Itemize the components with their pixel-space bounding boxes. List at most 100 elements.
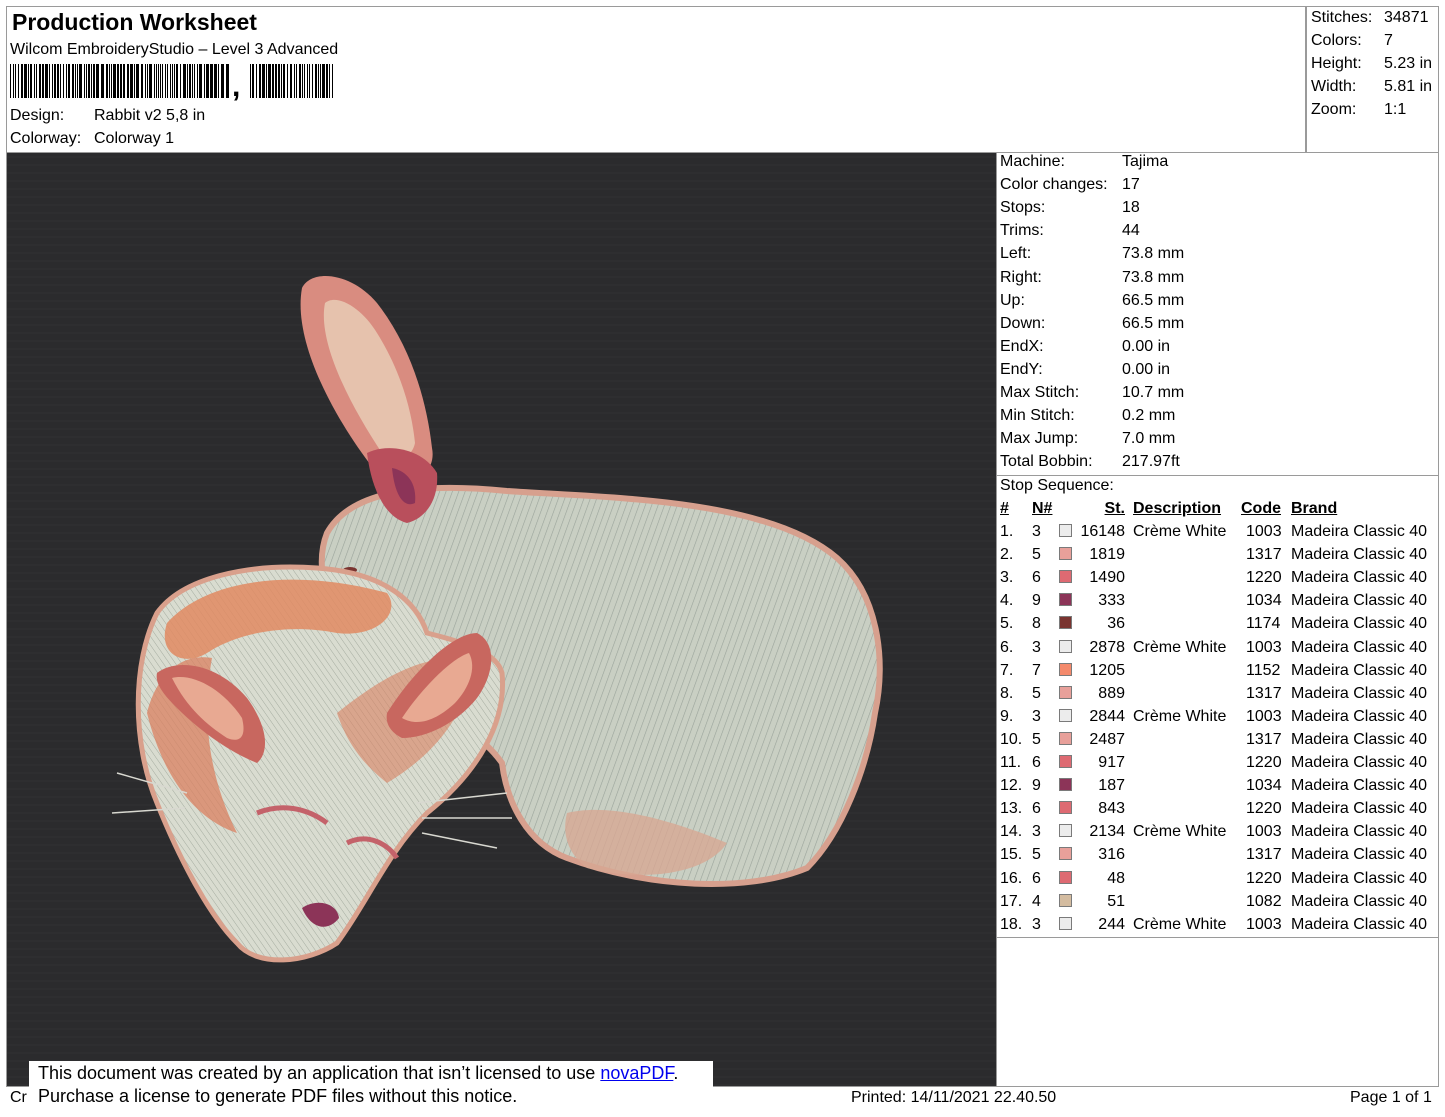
color-swatch [1059, 801, 1072, 815]
color-swatch [1059, 616, 1072, 630]
row-stitches: 2844 [1089, 707, 1125, 725]
barcode-bar [15, 64, 16, 98]
barcode-bar [18, 64, 19, 98]
footer-left-fragment: Cr [10, 1089, 27, 1106]
barcode-bar [75, 64, 76, 98]
row-code: 1317 [1246, 546, 1282, 564]
row-index: 13. [1000, 800, 1023, 818]
row-index: 1. [1000, 523, 1014, 540]
color-swatch [1059, 593, 1072, 607]
row-code: 1220 [1246, 569, 1282, 587]
barcode-bar [117, 64, 119, 98]
barcode-bar [77, 64, 78, 98]
barcode-bar [170, 64, 171, 98]
row-index: 2. [1000, 546, 1014, 564]
color-swatch [1059, 916, 1072, 930]
barcode-bar [197, 64, 198, 98]
row-index: 17. [1000, 892, 1023, 910]
row-brand: Madeira Classic 40 [1291, 846, 1428, 864]
barcode-bar [136, 64, 139, 98]
barcode-bar [296, 64, 297, 98]
barcode-bar [320, 64, 321, 98]
barcode-bar [42, 64, 44, 98]
barcode-bar [149, 64, 152, 98]
barcode-bar [86, 64, 87, 98]
row-brand: Madeira Classic 40 [1291, 915, 1428, 933]
row-brand: Madeira Classic 40 [1291, 800, 1428, 818]
row-code: 1082 [1246, 892, 1282, 910]
color-swatch [1059, 524, 1072, 537]
barcode-bar [192, 64, 193, 98]
col-header-description: Description [1133, 500, 1222, 517]
barcode-bar [57, 64, 59, 98]
machine-info-value: 0.00 in [1122, 360, 1171, 378]
barcode-bar [165, 64, 166, 98]
summary-label: Height: [1311, 55, 1362, 72]
novapdf-link[interactable]: novaPDF [600, 1063, 673, 1083]
row-code: 1003 [1246, 823, 1282, 841]
row-brand: Madeira Classic 40 [1291, 546, 1428, 564]
machine-info-label: Machine: [1000, 153, 1065, 170]
barcode-bar [28, 64, 29, 98]
stop-sequence-title: Stop Sequence: [1000, 477, 1114, 494]
row-index: 5. [1000, 615, 1014, 633]
machine-info-label: Max Stitch: [1000, 384, 1080, 401]
barcode-bar [204, 64, 205, 98]
row-needle: 5 [1032, 730, 1041, 748]
color-swatch [1059, 570, 1072, 584]
row-stitches: 48 [1107, 869, 1125, 887]
barcode-bar [156, 64, 157, 98]
row-description: Crème White [1133, 523, 1227, 540]
color-swatch [1059, 731, 1072, 745]
barcode-bar [13, 64, 14, 98]
barcode-bar [176, 64, 178, 98]
barcode-bar [194, 64, 195, 98]
row-description: Crème White [1133, 823, 1227, 841]
barcode-bar [123, 64, 125, 98]
design-label: Design: [10, 107, 65, 124]
row-brand: Madeira Classic 40 [1291, 661, 1428, 679]
barcode-bar [24, 64, 27, 98]
row-code: 1220 [1246, 800, 1282, 818]
row-needle: 6 [1032, 800, 1041, 818]
notice-line-2: Purchase a license to generate PDF files… [38, 1086, 518, 1106]
barcode-bar [130, 64, 133, 98]
row-description: Crème White [1133, 638, 1227, 656]
barcode-bar [287, 64, 288, 98]
barcode-bar [304, 64, 305, 98]
row-needle: 3 [1032, 915, 1041, 933]
row-index: 3. [1000, 569, 1014, 587]
summary-label: Zoom: [1311, 101, 1357, 118]
row-index: 9. [1000, 707, 1014, 725]
row-brand: Madeira Classic 40 [1291, 638, 1428, 656]
barcode-bar [309, 64, 310, 98]
barcode-bar [189, 64, 191, 98]
row-needle: 3 [1032, 523, 1041, 540]
barcode-bar [174, 64, 175, 98]
barcode-bar [158, 64, 159, 98]
machine-info-value: 0.00 in [1122, 337, 1171, 355]
color-swatch [1059, 847, 1072, 861]
row-index: 8. [1000, 684, 1014, 702]
row-brand: Madeira Classic 40 [1291, 569, 1428, 587]
machine-info-value: 217.97ft [1122, 453, 1180, 471]
color-swatch [1059, 708, 1072, 722]
row-needle: 6 [1032, 869, 1041, 887]
barcode-bar [63, 64, 64, 98]
color-swatch [1059, 824, 1072, 838]
row-stitches: 333 [1098, 592, 1125, 610]
barcode-bar [206, 64, 209, 98]
barcode-bar [318, 64, 319, 98]
barcode-bar [312, 64, 313, 98]
barcode-bar [167, 64, 168, 98]
row-brand: Madeira Classic 40 [1291, 684, 1428, 702]
barcode-bar [127, 64, 129, 98]
barcode-bar [154, 64, 155, 98]
barcode-bar [302, 64, 303, 98]
row-needle: 5 [1032, 684, 1041, 702]
barcode-bar [113, 64, 116, 98]
row-needle: 3 [1032, 823, 1041, 841]
barcode-bar [275, 64, 277, 98]
row-code: 1003 [1246, 638, 1282, 656]
row-code: 1152 [1246, 661, 1281, 679]
